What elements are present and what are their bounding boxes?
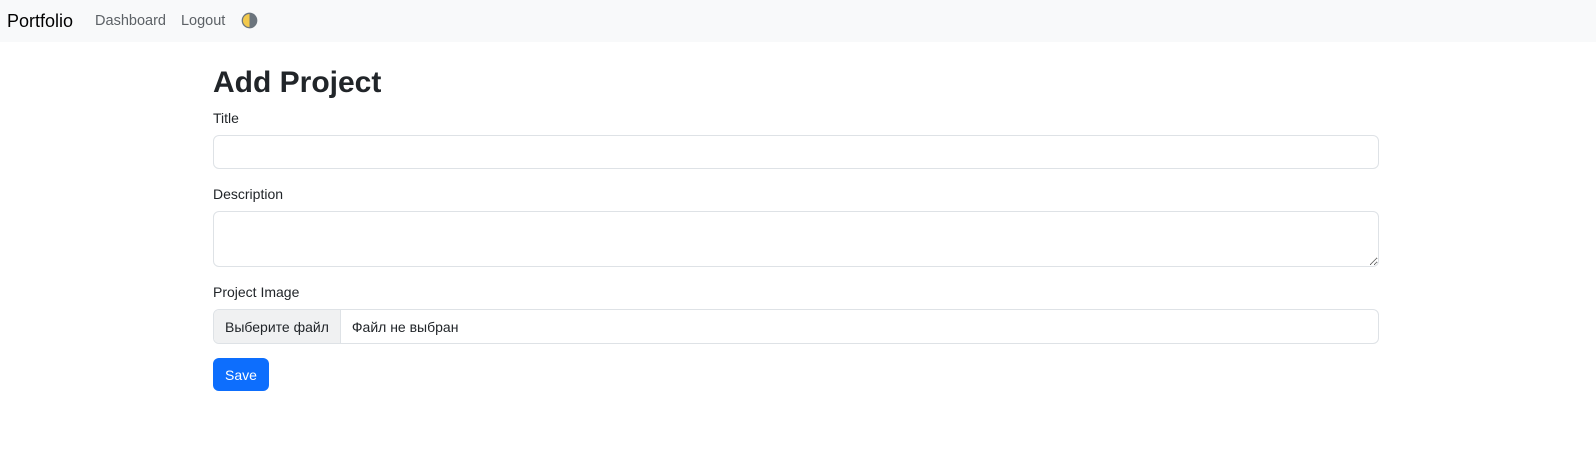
description-label: Description (213, 186, 284, 202)
page-title: Add Project (213, 66, 382, 99)
project-image-label: Project Image (213, 284, 300, 300)
brand-link[interactable]: Portfolio (7, 11, 73, 32)
nav-link-dashboard[interactable]: Dashboard (95, 13, 166, 29)
theme-toggle-icon[interactable] (241, 12, 258, 29)
main-container: Add Project Title Description Project Im… (213, 42, 1379, 391)
project-image-file-input[interactable]: Выберите файл Файл не выбран (213, 309, 1379, 344)
add-project-form: Title Description Project Image Выберите… (213, 109, 1379, 391)
title-label: Title (213, 110, 239, 126)
nav-link-logout[interactable]: Logout (181, 13, 225, 29)
top-navbar: Portfolio Dashboard Logout (0, 0, 1596, 42)
save-button[interactable]: Save (213, 358, 269, 391)
choose-file-button[interactable]: Выберите файл (214, 310, 341, 343)
description-textarea[interactable] (213, 211, 1379, 267)
file-status-text: Файл не выбран (351, 318, 459, 335)
title-input[interactable] (213, 135, 1379, 169)
